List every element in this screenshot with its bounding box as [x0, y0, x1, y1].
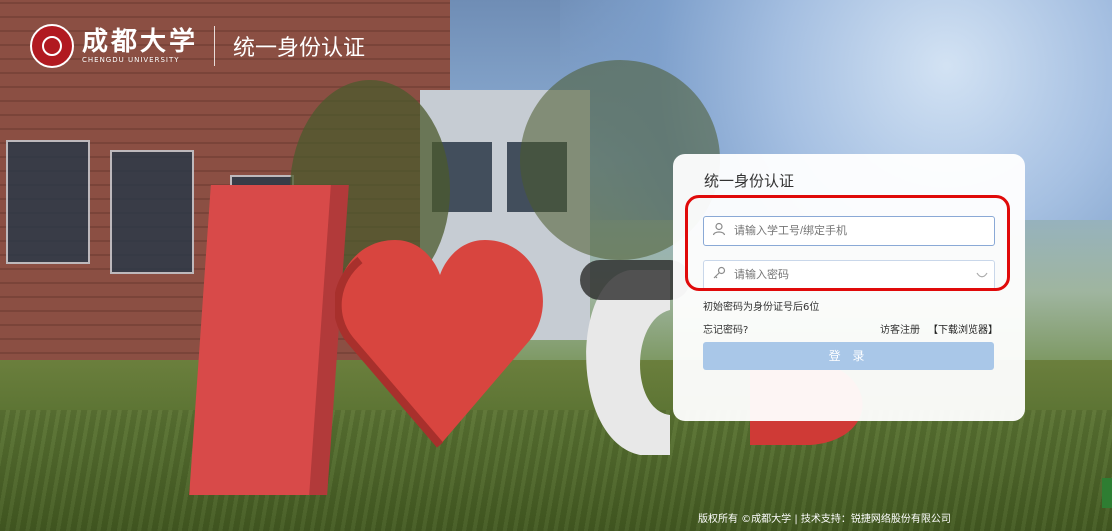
login-title: 统一身份认证: [704, 172, 795, 190]
sculpture-heart: [333, 220, 545, 450]
building-window: [6, 140, 90, 264]
university-name-en: CHENGDU UNIVERSITY: [82, 56, 180, 64]
header-logo: 成都大学 CHENGDU UNIVERSITY 统一身份认证: [30, 24, 365, 68]
guest-register-link[interactable]: 访客注册: [880, 321, 920, 336]
building-window: [110, 150, 194, 274]
system-title: 统一身份认证: [233, 36, 366, 61]
university-name: 成都大学 CHENGDU UNIVERSITY: [82, 28, 198, 64]
header-divider: [214, 26, 216, 66]
university-name-cn: 成都大学: [82, 27, 199, 57]
forgot-password-link[interactable]: 忘记密码?: [703, 321, 748, 336]
university-seal-icon: [30, 24, 74, 68]
footer-copyright: 版权所有 ©成都大学 | 技术支持：锐捷网络股份有限公司: [698, 514, 951, 525]
sculpture-letter-i: [189, 185, 331, 495]
download-browser-link[interactable]: 【下载浏览器】: [928, 321, 998, 336]
password-hint: 初始密码为身份证号后6位: [703, 302, 820, 313]
highlight-annotation: [685, 195, 1010, 291]
side-widget: [1102, 478, 1112, 508]
login-button[interactable]: 登 录: [703, 342, 994, 370]
